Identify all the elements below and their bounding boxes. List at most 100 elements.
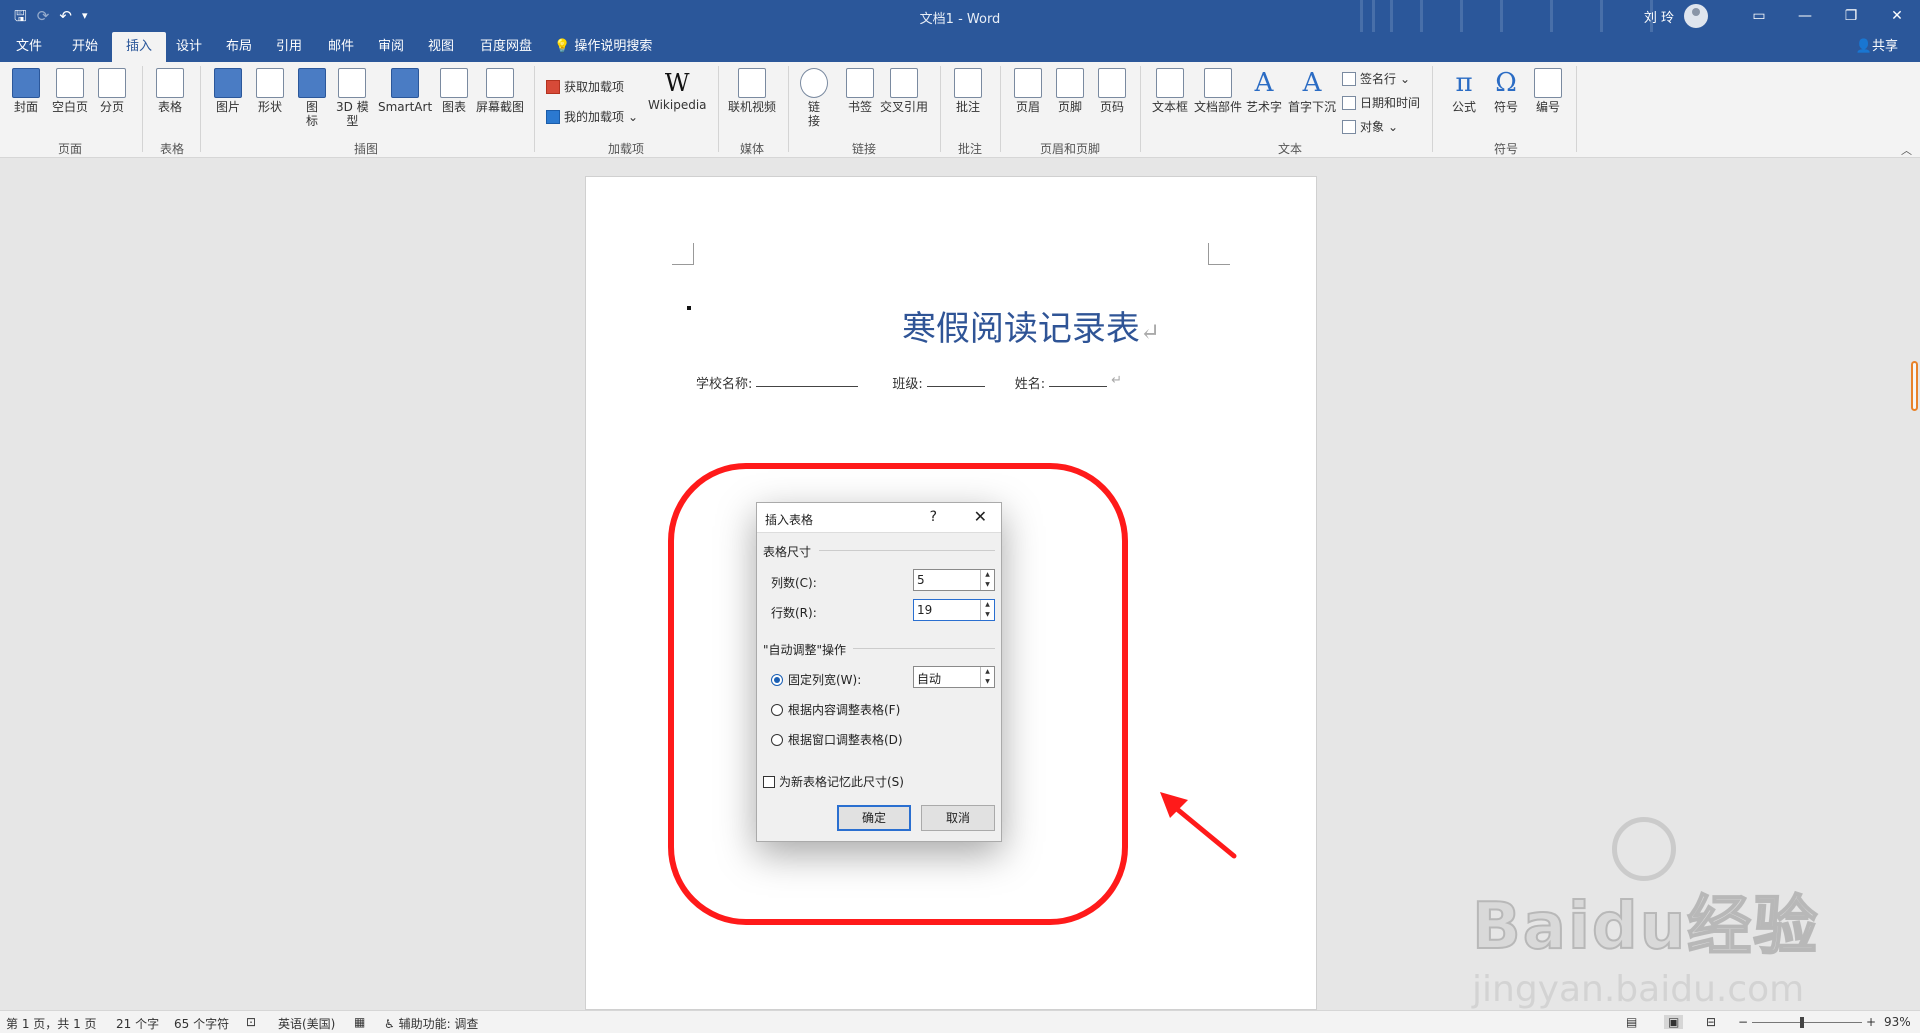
equation-button[interactable]: π 公式 (1450, 68, 1478, 114)
table-button[interactable]: 表格 (156, 68, 184, 114)
quick-parts-button[interactable]: 文档部件 (1194, 68, 1242, 114)
cube-icon (338, 68, 367, 98)
tab-view[interactable]: 视图 (414, 32, 468, 62)
tab-file[interactable]: 文件 (2, 32, 56, 62)
cross-reference-button[interactable]: 交叉引用 (880, 68, 928, 114)
ribbon-display-icon[interactable]: ▭ (1736, 0, 1782, 32)
zoom-out-icon[interactable]: − (1738, 1015, 1748, 1029)
vertical-scrollbar[interactable] (1908, 158, 1920, 1010)
school-blank (756, 373, 859, 387)
signature-line-button[interactable]: 签名行 ⌄ (1342, 70, 1410, 87)
tab-home[interactable]: 开始 (58, 32, 112, 62)
autofit-section: "自动调整"操作 (763, 643, 847, 657)
fixed-width-stepper[interactable]: 自动 ▲ ▼ (913, 666, 995, 688)
separator (1576, 66, 1577, 152)
collapse-ribbon-icon[interactable]: ︿ (1901, 142, 1912, 158)
zoom-slider[interactable] (1752, 1022, 1862, 1023)
share-button[interactable]: 👤共享 (1856, 32, 1898, 62)
header-button[interactable]: 页眉 (1014, 68, 1042, 114)
page-break-button[interactable]: 分页 (98, 68, 126, 114)
cancel-button[interactable]: 取消 (921, 805, 995, 831)
pi-icon: π (1455, 68, 1473, 98)
my-addins-button[interactable]: 我的加载项 ⌄ (546, 108, 638, 125)
screenshot-button[interactable]: 屏幕截图 (476, 68, 524, 114)
page-number-button[interactable]: 页码 (1098, 68, 1126, 114)
columns-stepper[interactable]: 5 ▲ ▼ (913, 569, 995, 591)
cover-page-label: 封面 (13, 100, 38, 114)
info-line[interactable]: 学校名称: 班级: 姓名: ↵ (696, 373, 1122, 392)
accessibility-status[interactable]: ♿ 辅助功能: 调查 (384, 1015, 478, 1032)
wikipedia-button[interactable]: W Wikipedia (648, 68, 707, 112)
read-mode-icon[interactable]: ▤ (1626, 1015, 1637, 1029)
link-button[interactable]: 链 接 (800, 68, 828, 128)
restore-icon[interactable]: ❐ (1828, 0, 1874, 32)
group-header-footer: 页眉和页脚 (1040, 142, 1101, 156)
object-button[interactable]: 对象 ⌄ (1342, 118, 1398, 135)
picture-button[interactable]: 图片 (214, 68, 242, 114)
autofit-content-radio[interactable]: 根据内容调整表格(F) (771, 701, 900, 718)
shapes-icon (256, 68, 284, 98)
tab-baidu-netdisk[interactable]: 百度网盘 (466, 32, 546, 62)
macro-icon[interactable]: ▦ (354, 1015, 365, 1029)
zoom-slider-knob[interactable] (1800, 1017, 1804, 1028)
close-icon[interactable]: ✕ (974, 507, 987, 526)
tab-layout[interactable]: 布局 (212, 32, 266, 62)
tab-review[interactable]: 审阅 (364, 32, 418, 62)
dialog-title-bar[interactable]: 插入表格 ? ✕ (757, 503, 1001, 533)
icons-button[interactable]: 图 标 (298, 68, 326, 128)
web-layout-icon[interactable]: ⊟ (1706, 1015, 1716, 1029)
language[interactable]: 英语(美国) (278, 1015, 335, 1032)
ok-button[interactable]: 确定 (837, 805, 911, 831)
scrollbar-thumb[interactable] (1911, 361, 1918, 411)
date-time-button[interactable]: 日期和时间 (1342, 94, 1420, 111)
drop-cap-button[interactable]: A 首字下沉 (1288, 68, 1336, 114)
zoom-level[interactable]: 93% (1884, 1015, 1911, 1029)
remember-size-checkbox[interactable]: 为新表格记忆此尺寸(S) (763, 773, 904, 790)
number-label: 编号 (1535, 100, 1560, 114)
tab-insert[interactable]: 插入 (112, 32, 167, 62)
paw-logo-icon (1612, 817, 1676, 881)
tell-me-search[interactable]: 💡 操作说明搜索 (554, 32, 652, 62)
picture-icon (214, 68, 242, 98)
spin-arrows-icon[interactable]: ▲ ▼ (980, 667, 994, 687)
textbox-button[interactable]: 文本框 (1152, 68, 1188, 114)
separator (788, 66, 789, 152)
bookmark-button[interactable]: 书签 (846, 68, 874, 114)
word-count[interactable]: 21 个字 (116, 1015, 159, 1032)
blank-page-button[interactable]: 空白页 (52, 68, 88, 114)
user-name[interactable]: 刘 玲 (1644, 7, 1674, 26)
cover-page-button[interactable]: 封面 (12, 68, 40, 114)
zoom-in-icon[interactable]: + (1866, 1015, 1876, 1029)
tab-references[interactable]: 引用 (262, 32, 316, 62)
rows-stepper[interactable]: 19 ▲ ▼ (913, 599, 995, 621)
page-count[interactable]: 第 1 页，共 1 页 (6, 1015, 97, 1032)
autofit-window-radio[interactable]: 根据窗口调整表格(D) (771, 731, 903, 748)
proofing-icon[interactable]: ⊡ (246, 1015, 256, 1029)
char-count[interactable]: 65 个字符 (174, 1015, 229, 1032)
fixed-width-radio[interactable]: 固定列宽(W): (771, 671, 861, 688)
symbol-button[interactable]: Ω 符号 (1492, 68, 1520, 114)
wordart-button[interactable]: A 艺术字 (1246, 68, 1282, 114)
tab-design[interactable]: 设计 (162, 32, 216, 62)
help-icon[interactable]: ? (930, 509, 937, 525)
close-icon[interactable]: ✕ (1874, 0, 1920, 32)
date-time-label: 日期和时间 (1360, 96, 1421, 110)
shapes-button[interactable]: 形状 (256, 68, 284, 114)
smartart-button[interactable]: SmartArt (378, 68, 432, 114)
comment-button[interactable]: 批注 (954, 68, 982, 114)
minimize-icon[interactable]: — (1782, 0, 1828, 32)
spin-arrows-icon[interactable]: ▲ ▼ (980, 570, 994, 590)
get-addins-button[interactable]: 获取加载项 (546, 78, 624, 95)
group-tables: 表格 (160, 142, 185, 156)
spin-arrows-icon[interactable]: ▲ ▼ (980, 600, 994, 620)
3d-models-button[interactable]: 3D 模 型 (336, 68, 369, 128)
chart-button[interactable]: 图表 (440, 68, 468, 114)
wikipedia-label: Wikipedia (648, 98, 707, 112)
online-video-button[interactable]: 联机视频 (728, 68, 776, 114)
footer-button[interactable]: 页脚 (1056, 68, 1084, 114)
avatar[interactable] (1684, 4, 1708, 28)
print-layout-icon[interactable]: ▣ (1664, 1015, 1684, 1029)
tab-mailings[interactable]: 邮件 (314, 32, 368, 62)
number-button[interactable]: 编号 (1534, 68, 1562, 114)
document-heading[interactable]: 寒假阅读记录表↵ (586, 301, 1316, 350)
